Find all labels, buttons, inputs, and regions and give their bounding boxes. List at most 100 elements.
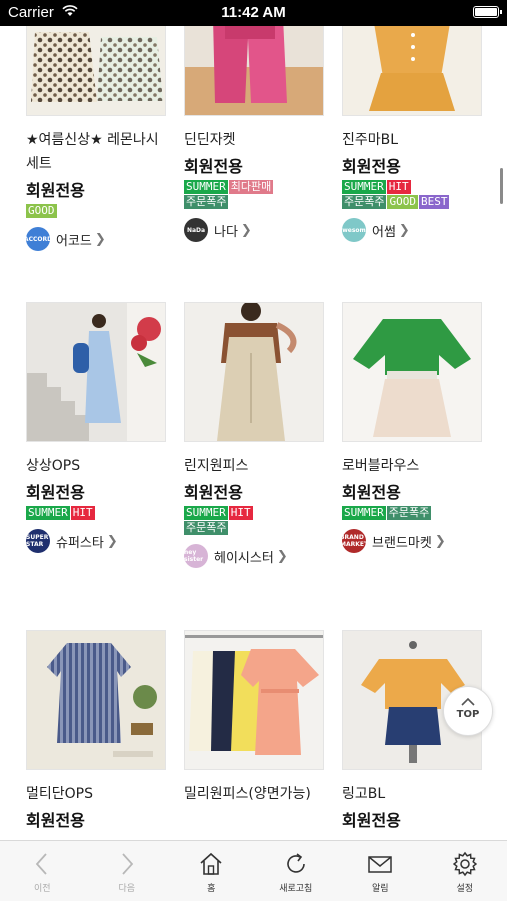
product-title[interactable]: 로버블라우스: [342, 454, 482, 478]
product-image[interactable]: [26, 26, 166, 116]
tag-summer: SUMMER: [342, 180, 386, 194]
tag-hot-order: 주문폭주: [184, 521, 228, 535]
home-icon: [199, 851, 223, 877]
forward-label: 다음: [85, 881, 170, 894]
product-title[interactable]: 딘딘자켓: [184, 128, 324, 152]
product-title[interactable]: 멀티단OPS: [26, 782, 166, 806]
shop-logo: NaDa: [184, 218, 208, 242]
product-title[interactable]: 진주마BL: [342, 128, 482, 152]
product-title[interactable]: 링고BL: [342, 782, 482, 806]
tag-bestseller: 최다판매: [229, 180, 273, 194]
tag-summer: SUMMER: [342, 506, 386, 520]
product-price: 회원전용: [26, 181, 166, 201]
shop-name[interactable]: 브랜드마켓: [372, 532, 432, 551]
tag-good: GOOD: [387, 195, 418, 209]
chevron-right-icon: ❯: [95, 232, 106, 247]
settings-label: 설정: [423, 881, 507, 894]
tag-hot-order: 주문폭주: [387, 506, 431, 520]
product-price: 회원전용: [184, 157, 324, 177]
product-title[interactable]: 린지원피스: [184, 454, 324, 478]
product-image[interactable]: [342, 302, 482, 442]
tag-best: BEST: [419, 195, 450, 209]
top-label: TOP: [444, 709, 492, 720]
chevron-right-icon: [115, 851, 139, 877]
shop-name[interactable]: 슈퍼스타: [56, 532, 104, 551]
shop-name[interactable]: 헤이시스터: [214, 547, 274, 566]
product-image[interactable]: [26, 302, 166, 442]
product-card[interactable]: ★여름신상★ 레몬나시 세트 회원전용 GOOD ACCORD 어코드 ❯: [26, 26, 166, 251]
forward-button[interactable]: 다음: [85, 841, 170, 901]
back-button[interactable]: 이전: [0, 841, 85, 901]
tag-summer: SUMMER: [26, 506, 70, 520]
clock: 11:42 AM: [0, 4, 507, 21]
chevron-right-icon: ❯: [399, 223, 410, 238]
tag-hit: HIT: [387, 180, 411, 194]
product-tags: SUMMERHIT: [26, 506, 166, 521]
product-card[interactable]: 로버블라우스 회원전용 SUMMER주문폭주 BRAND MARKET 브랜드마…: [342, 302, 482, 553]
product-title[interactable]: 밀리원피스(양면가능): [184, 782, 324, 806]
product-title[interactable]: 상상OPS: [26, 454, 166, 478]
chevron-right-icon: ❯: [241, 223, 252, 238]
shop-logo: hey sister: [184, 544, 208, 568]
status-bar: Carrier 11:42 AM: [0, 0, 507, 26]
product-price: 회원전용: [342, 811, 482, 831]
shop-name[interactable]: 어썸: [372, 221, 396, 240]
shop-link[interactable]: NaDa 나다 ❯: [184, 218, 324, 242]
chevron-up-icon: [460, 697, 476, 707]
settings-button[interactable]: 설정: [423, 841, 507, 901]
refresh-label: 새로고침: [254, 881, 339, 894]
product-tags: GOOD: [26, 204, 166, 219]
product-card[interactable]: 멀티단OPS 회원전용: [26, 630, 166, 831]
product-card[interactable]: 딘딘자켓 회원전용 SUMMER최다판매 주문폭주 NaDa 나다 ❯: [184, 26, 324, 242]
product-card[interactable]: 린지원피스 회원전용 SUMMERHIT 주문폭주 hey sister 헤이시…: [184, 302, 324, 568]
product-price: 회원전용: [342, 483, 482, 503]
notifications-label: 알림: [338, 881, 423, 894]
chevron-right-icon: ❯: [435, 534, 446, 549]
product-card[interactable]: 밀리원피스(양면가능): [184, 630, 324, 806]
product-image[interactable]: [184, 26, 324, 116]
product-tags: SUMMERHIT 주문폭주: [184, 506, 324, 536]
shop-link[interactable]: hey sister 헤이시스터 ❯: [184, 544, 324, 568]
product-price: 회원전용: [342, 157, 482, 177]
shop-logo: BRAND MARKET: [342, 529, 366, 553]
scroll-indicator[interactable]: [500, 168, 503, 204]
product-grid[interactable]: ★여름신상★ 레몬나시 세트 회원전용 GOOD ACCORD 어코드 ❯ 딘딘…: [0, 26, 507, 840]
gear-icon: [453, 851, 477, 877]
envelope-icon: [368, 851, 392, 877]
scroll-to-top-button[interactable]: TOP: [443, 686, 493, 736]
tag-hit: HIT: [71, 506, 95, 520]
tag-good: GOOD: [26, 204, 57, 218]
tag-summer: SUMMER: [184, 506, 228, 520]
tag-hot-order: 주문폭주: [342, 195, 386, 209]
shop-link[interactable]: BRAND MARKET 브랜드마켓 ❯: [342, 529, 482, 553]
chevron-right-icon: ❯: [277, 549, 288, 564]
back-label: 이전: [0, 881, 85, 894]
product-image[interactable]: [184, 302, 324, 442]
product-image[interactable]: [184, 630, 324, 770]
home-button[interactable]: 홈: [169, 841, 254, 901]
product-image[interactable]: [26, 630, 166, 770]
shop-link[interactable]: ACCORD 어코드 ❯: [26, 227, 166, 251]
refresh-icon: [284, 851, 308, 877]
tag-hot-order: 주문폭주: [184, 195, 228, 209]
chevron-right-icon: ❯: [107, 534, 118, 549]
shop-name[interactable]: 어코드: [56, 230, 92, 249]
product-price: 회원전용: [184, 483, 324, 503]
refresh-button[interactable]: 새로고침: [254, 841, 339, 901]
shop-link[interactable]: awesome 어썸 ❯: [342, 218, 482, 242]
tag-summer: SUMMER: [184, 180, 228, 194]
product-image[interactable]: [342, 26, 482, 116]
product-card[interactable]: 상상OPS 회원전용 SUMMERHIT SUPER STAR 슈퍼스타 ❯: [26, 302, 166, 553]
product-title[interactable]: ★여름신상★ 레몬나시 세트: [26, 128, 166, 176]
shop-link[interactable]: SUPER STAR 슈퍼스타 ❯: [26, 529, 166, 553]
chevron-left-icon: [30, 851, 54, 877]
product-price: 회원전용: [26, 811, 166, 831]
product-card[interactable]: 진주마BL 회원전용 SUMMERHIT 주문폭주GOODBEST awesom…: [342, 26, 482, 242]
shop-logo: ACCORD: [26, 227, 50, 251]
tag-hit: HIT: [229, 506, 253, 520]
home-label: 홈: [169, 881, 254, 894]
shop-logo: awesome: [342, 218, 366, 242]
notifications-button[interactable]: 알림: [338, 841, 423, 901]
shop-name[interactable]: 나다: [214, 221, 238, 240]
shop-logo: SUPER STAR: [26, 529, 50, 553]
